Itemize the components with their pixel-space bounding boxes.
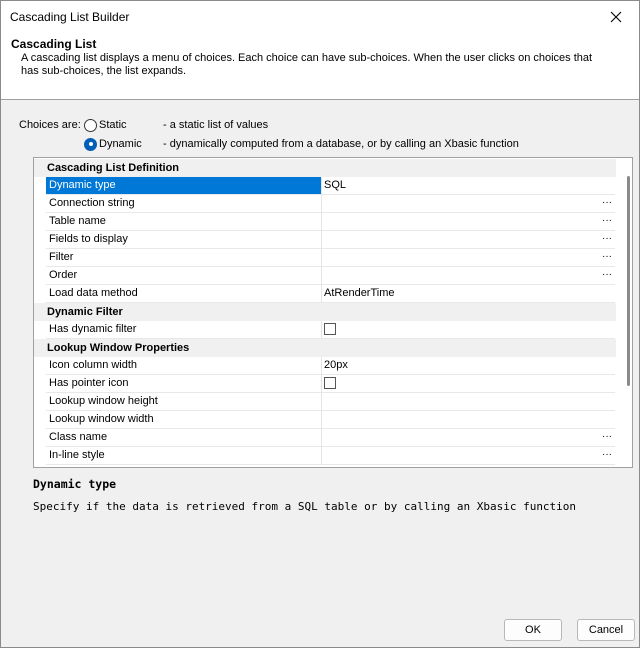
property-value[interactable] bbox=[322, 249, 615, 266]
radio-dynamic-row[interactable]: Dynamic - dynamically computed from a da… bbox=[84, 137, 519, 151]
ellipsis-icon[interactable]: ··· bbox=[602, 252, 612, 262]
property-value[interactable]: 20px bbox=[322, 357, 615, 374]
title-bar: Cascading List Builder bbox=[1, 1, 639, 32]
radio-static-label[interactable]: Static bbox=[99, 119, 150, 131]
property-row-class-name[interactable]: Class name ··· bbox=[46, 429, 615, 447]
cascading-list-builder-dialog: Cascading List Builder Cascading List A … bbox=[0, 0, 640, 648]
radio-dynamic-description: - dynamically computed from a database, … bbox=[163, 138, 519, 150]
property-grid: Cascading List Definition Dynamic type S… bbox=[33, 157, 633, 468]
property-row-has-dynamic-filter[interactable]: Has dynamic filter bbox=[46, 321, 615, 339]
property-value[interactable] bbox=[322, 321, 615, 338]
property-row-fields-to-display[interactable]: Fields to display ··· bbox=[46, 231, 615, 249]
property-name[interactable]: Dynamic type bbox=[46, 177, 322, 194]
property-row-inline-style[interactable]: In-line style ··· bbox=[46, 447, 615, 465]
property-name[interactable]: Has dynamic filter bbox=[46, 321, 322, 338]
property-value[interactable] bbox=[322, 267, 615, 284]
radio-dynamic-label[interactable]: Dynamic bbox=[99, 138, 150, 150]
vertical-scrollbar[interactable] bbox=[627, 176, 630, 386]
ok-button[interactable]: OK bbox=[504, 619, 562, 641]
category-lookup-window-properties[interactable]: Lookup Window Properties bbox=[34, 339, 616, 357]
property-name[interactable]: Filter bbox=[46, 249, 322, 266]
ellipsis-icon[interactable]: ··· bbox=[602, 234, 612, 244]
property-value[interactable] bbox=[322, 447, 615, 464]
ellipsis-icon[interactable]: ··· bbox=[602, 198, 612, 208]
property-name[interactable]: Order bbox=[46, 267, 322, 284]
property-name[interactable]: Icon column width bbox=[46, 357, 322, 374]
radio-dynamic-icon[interactable] bbox=[84, 137, 97, 151]
property-name[interactable]: Connection string bbox=[46, 195, 322, 212]
property-name[interactable]: Has pointer icon bbox=[46, 375, 322, 392]
property-value[interactable]: AtRenderTime bbox=[322, 285, 615, 302]
checkbox-icon[interactable] bbox=[324, 323, 336, 335]
window-title: Cascading List Builder bbox=[10, 10, 130, 24]
category-dynamic-filter[interactable]: Dynamic Filter bbox=[34, 303, 616, 321]
property-row-filter[interactable]: Filter ··· bbox=[46, 249, 615, 267]
ellipsis-icon[interactable]: ··· bbox=[602, 450, 612, 460]
property-name[interactable]: Fields to display bbox=[46, 231, 322, 248]
property-row-load-data-method[interactable]: Load data method AtRenderTime bbox=[46, 285, 615, 303]
property-name[interactable]: In-line style bbox=[46, 447, 322, 464]
property-value[interactable] bbox=[322, 429, 615, 446]
close-icon bbox=[610, 11, 622, 22]
property-value[interactable] bbox=[322, 393, 615, 410]
close-button[interactable] bbox=[593, 1, 639, 32]
ellipsis-icon[interactable]: ··· bbox=[602, 216, 612, 226]
ellipsis-icon[interactable]: ··· bbox=[602, 270, 612, 280]
help-title: Dynamic type bbox=[33, 477, 117, 491]
radio-static-row[interactable]: Static - a static list of values bbox=[84, 118, 268, 132]
property-row-icon-column-width[interactable]: Icon column width 20px bbox=[46, 357, 615, 375]
property-name[interactable]: Table name bbox=[46, 213, 322, 230]
property-value[interactable] bbox=[322, 375, 615, 392]
help-description: Specify if the data is retrieved from a … bbox=[33, 500, 577, 513]
category-cascading-list-definition[interactable]: Cascading List Definition bbox=[34, 159, 616, 177]
property-row-connection-string[interactable]: Connection string ··· bbox=[46, 195, 615, 213]
property-value[interactable] bbox=[322, 195, 615, 212]
cancel-button[interactable]: Cancel bbox=[577, 619, 635, 641]
property-name[interactable]: Class name bbox=[46, 429, 322, 446]
header-description: A cascading list displays a menu of choi… bbox=[21, 52, 593, 77]
property-value[interactable] bbox=[322, 411, 615, 428]
property-value[interactable]: SQL bbox=[322, 177, 615, 194]
property-name[interactable]: Lookup window height bbox=[46, 393, 322, 410]
header-panel: Cascading List A cascading list displays… bbox=[1, 32, 639, 100]
property-row-table-name[interactable]: Table name ··· bbox=[46, 213, 615, 231]
property-value[interactable] bbox=[322, 231, 615, 248]
property-row-dynamic-type[interactable]: Dynamic type SQL bbox=[46, 177, 615, 195]
property-row-lookup-window-height[interactable]: Lookup window height bbox=[46, 393, 615, 411]
radio-static-description: - a static list of values bbox=[163, 119, 269, 131]
header-title: Cascading List bbox=[11, 37, 97, 51]
property-name[interactable]: Load data method bbox=[46, 285, 322, 302]
property-value[interactable] bbox=[322, 213, 615, 230]
checkbox-icon[interactable] bbox=[324, 377, 336, 389]
property-row-has-pointer-icon[interactable]: Has pointer icon bbox=[46, 375, 615, 393]
property-name[interactable]: Lookup window width bbox=[46, 411, 322, 428]
choices-label: Choices are: bbox=[19, 119, 81, 131]
radio-static-icon[interactable] bbox=[84, 118, 97, 132]
property-row-lookup-window-width[interactable]: Lookup window width bbox=[46, 411, 615, 429]
ellipsis-icon[interactable]: ··· bbox=[602, 432, 612, 442]
property-row-order[interactable]: Order ··· bbox=[46, 267, 615, 285]
